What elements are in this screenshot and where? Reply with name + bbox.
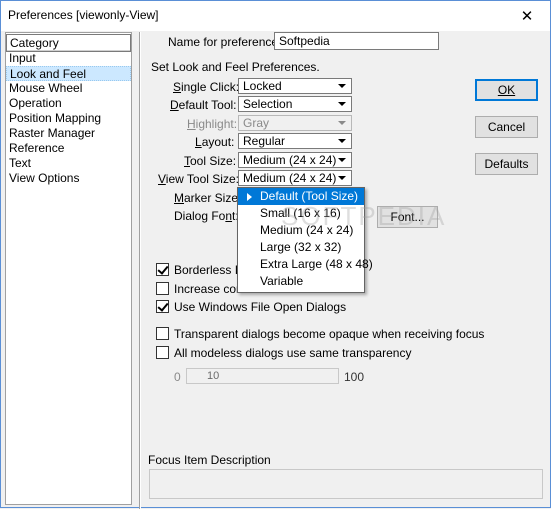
marker-size-option[interactable]: Variable [238, 273, 364, 290]
increase-checkbox[interactable] [156, 282, 169, 295]
name-pref-label: Name for preferences [168, 35, 285, 49]
focus-desc-label: Focus Item Description [148, 453, 271, 467]
focus-desc-box [149, 469, 543, 499]
preferences-window: Preferences [viewonly-View] ✕ Category I… [0, 0, 551, 509]
chevron-down-icon [338, 158, 346, 162]
view-tool-size-label: View Tool Size: [158, 172, 239, 186]
transparent-label: Transparent dialogs become opaque when r… [174, 327, 485, 341]
chevron-down-icon [338, 84, 346, 88]
highlight-combo: Gray [238, 115, 352, 131]
transparency-max: 100 [344, 370, 365, 384]
name-pref-input[interactable]: Softpedia [274, 32, 439, 50]
default-tool-combo[interactable]: Selection [238, 96, 352, 112]
modeless-checkbox[interactable] [156, 346, 169, 359]
chevron-down-icon [338, 102, 346, 106]
windows-dialogs-label: Use Windows File Open Dialogs [174, 300, 347, 314]
close-icon[interactable]: ✕ [504, 1, 550, 30]
category-item[interactable]: Reference [6, 141, 131, 156]
category-item[interactable]: Raster Manager [6, 126, 131, 141]
default-tool-label: Default Tool: [170, 98, 237, 112]
font-button[interactable]: Font... [377, 206, 438, 228]
category-item[interactable]: View Options [6, 171, 131, 186]
transparency-min: 0 [174, 370, 181, 384]
category-item[interactable]: Text [6, 156, 131, 171]
marker-size-option[interactable]: Extra Large (48 x 48) [238, 256, 373, 273]
marker-size-option[interactable]: Default (Tool Size) [238, 188, 364, 205]
dialog-font-label: Dialog Font: [174, 209, 239, 223]
windows-dialogs-checkbox[interactable] [156, 300, 169, 313]
marker-size-option[interactable]: Small (16 x 16) [238, 205, 364, 222]
tool-size-combo[interactable]: Medium (24 x 24) [238, 152, 352, 168]
single-click-combo[interactable]: Locked [238, 78, 352, 94]
category-list[interactable]: Category Input Look and Feel Mouse Wheel Op… [5, 32, 132, 505]
transparency-value: 10 [207, 370, 220, 382]
section-title: Set Look and Feel Preferences. [151, 60, 320, 74]
cancel-button[interactable]: Cancel [475, 116, 538, 138]
transparent-checkbox[interactable] [156, 327, 169, 340]
borderless-checkbox[interactable] [156, 263, 169, 276]
layout-combo[interactable]: Regular [238, 133, 352, 149]
chevron-down-icon [338, 139, 346, 143]
marker-size-dropdown[interactable]: Default (Tool Size) Small (16 x 16) Medium… [237, 187, 373, 293]
modeless-label: All modeless dialogs use same transparen… [174, 346, 412, 360]
focus-item-description: Focus Item Description [144, 453, 546, 505]
category-header: Category [6, 33, 131, 52]
marker-size-option[interactable]: Medium (24 x 24) [238, 222, 364, 239]
category-item[interactable]: Operation [6, 96, 131, 111]
layout-label: Layout: [195, 135, 235, 149]
chevron-down-icon [338, 176, 346, 180]
window-title: Preferences [viewonly-View] [8, 8, 159, 22]
chevron-down-icon [338, 121, 346, 125]
single-click-label: Single Click: [173, 80, 240, 94]
view-tool-size-combo[interactable]: Medium (24 x 24) [238, 170, 352, 186]
ok-button[interactable]: OK [475, 79, 538, 101]
category-item[interactable]: Input [6, 51, 131, 66]
category-item[interactable]: Look and Feel [6, 66, 131, 81]
marker-size-label: Marker Size: [174, 191, 242, 205]
divider [139, 32, 141, 509]
category-item[interactable]: Mouse Wheel [6, 81, 131, 96]
marker-size-option[interactable]: Large (32 x 32) [238, 239, 364, 256]
tool-size-label: Tool Size: [184, 154, 237, 168]
highlight-label: Highlight: [187, 117, 238, 131]
increase-label: Increase cont [174, 282, 247, 296]
title-bar: Preferences [viewonly-View] ✕ [1, 1, 550, 31]
category-item[interactable]: Position Mapping [6, 111, 131, 126]
defaults-button[interactable]: Defaults [475, 153, 538, 175]
